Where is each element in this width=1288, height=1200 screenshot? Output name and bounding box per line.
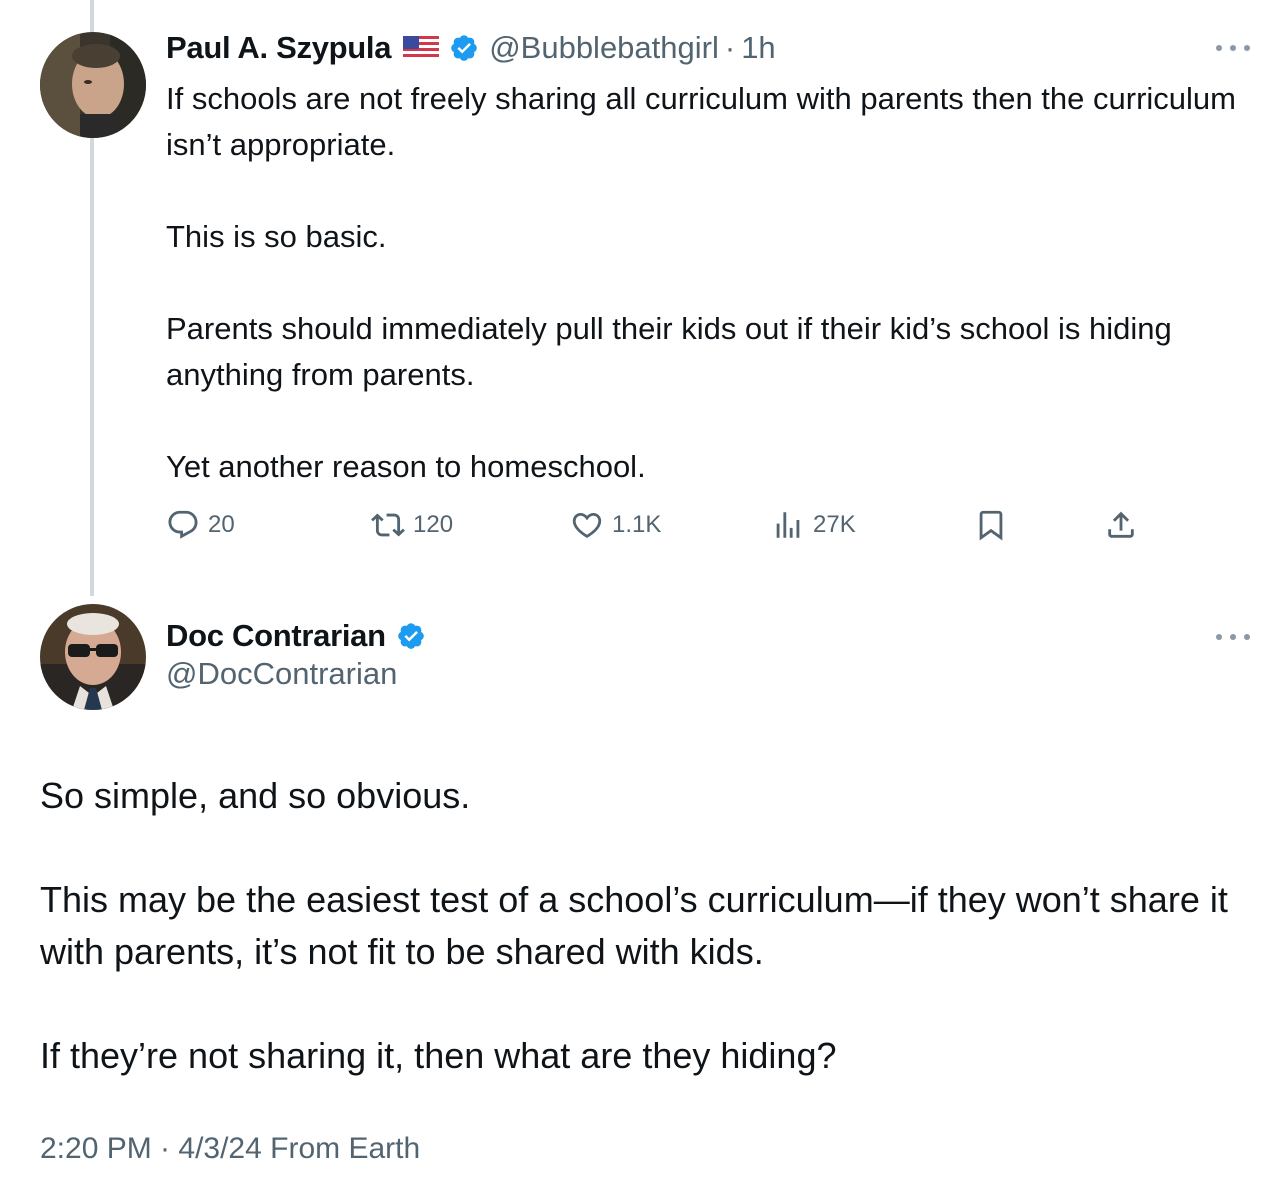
reply-icon <box>168 510 198 539</box>
share-button[interactable] <box>1104 505 1138 545</box>
bookmark-icon <box>979 510 1003 541</box>
avatar-doc-image <box>40 604 146 710</box>
tweet-action-bar: 20 120 1.1K 27K <box>166 505 1146 545</box>
tweet-paragraph: So simple, and so obvious. <box>40 775 471 816</box>
like-button[interactable]: 1.1K <box>570 505 661 545</box>
tweet-paragraph: If schools are not freely sharing all cu… <box>166 81 1245 162</box>
retweet-count: 120 <box>413 511 454 538</box>
main-tweet-header: Doc Contrarian <box>166 616 426 656</box>
parent-tweet-header: Paul A. Szypula @Bubblebathgirl · 1h <box>166 28 776 68</box>
tweet-time[interactable]: 1h <box>741 30 775 66</box>
like-count: 1.1K <box>612 511 662 538</box>
retweet-icon <box>371 513 405 537</box>
views-button[interactable]: 27K <box>771 505 856 545</box>
reply-count: 20 <box>208 511 235 538</box>
verified-badge-icon <box>396 621 426 651</box>
views-count: 27K <box>813 511 856 538</box>
bookmark-button[interactable] <box>974 505 1008 545</box>
tweet-paragraph: Yet another reason to homeschool. <box>166 449 646 484</box>
author-handle[interactable]: @Bubblebathgirl <box>489 30 719 66</box>
tweet-paragraph: This is so basic. <box>166 219 387 254</box>
share-icon <box>1108 511 1134 538</box>
tweet-paragraph: This may be the easiest test of a school… <box>40 879 1238 972</box>
author-handle[interactable]: @DocContrarian <box>166 656 397 692</box>
more-icon[interactable] <box>1216 632 1250 642</box>
more-icon[interactable] <box>1216 43 1250 53</box>
main-tweet-text: So simple, and so obvious. This may be t… <box>40 770 1240 1082</box>
reply-button[interactable]: 20 <box>166 505 235 545</box>
avatar[interactable] <box>40 604 146 710</box>
tweet-timestamp[interactable]: 2:20 PM · 4/3/24 From Earth <box>40 1132 420 1166</box>
heart-icon <box>572 512 602 538</box>
author-name[interactable]: Paul A. Szypula <box>166 30 391 66</box>
verified-badge-icon <box>449 33 479 63</box>
parent-tweet-text: If schools are not freely sharing all cu… <box>166 76 1246 490</box>
tweet-paragraph: Parents should immediately pull their ki… <box>166 311 1181 392</box>
avatar[interactable] <box>40 32 146 138</box>
avatar-paul-image <box>40 32 146 138</box>
us-flag-icon <box>403 36 440 60</box>
retweet-button[interactable]: 120 <box>371 505 453 545</box>
author-name[interactable]: Doc Contrarian <box>166 618 386 654</box>
separator-dot: · <box>724 30 736 65</box>
views-icon <box>776 512 800 538</box>
tweet-paragraph: If they’re not sharing it, then what are… <box>40 1035 837 1076</box>
